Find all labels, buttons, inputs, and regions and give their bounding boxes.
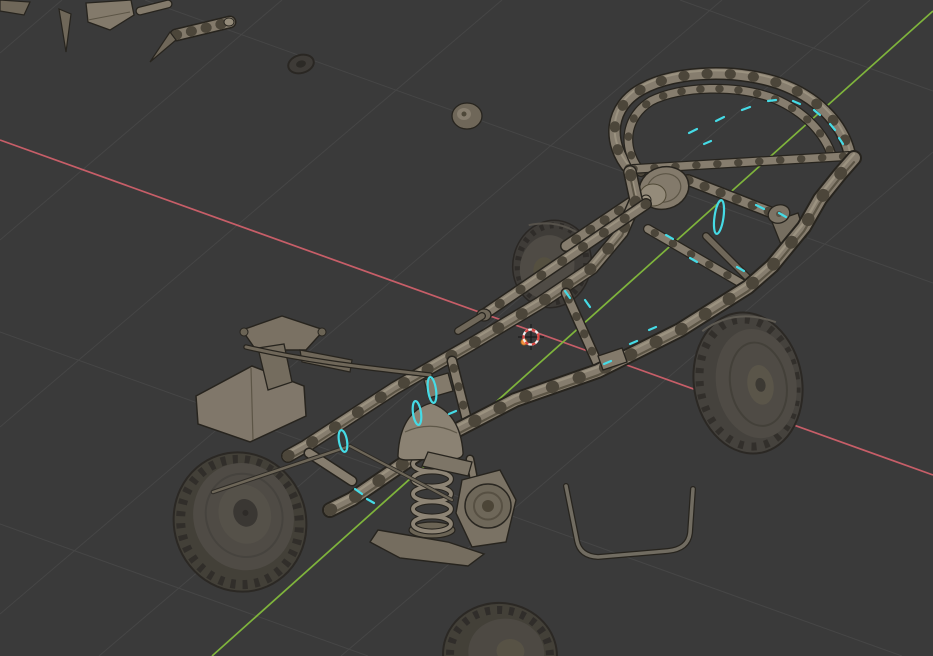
ball-joint [317,327,327,337]
cylinder-cap [223,17,235,27]
loose-hub-cap[interactable] [451,102,483,130]
rotor-hub [482,500,494,512]
viewport-3d[interactable] [0,0,933,656]
hub-center [461,111,467,117]
selected-edge [766,98,778,103]
ball-joint [239,327,249,337]
